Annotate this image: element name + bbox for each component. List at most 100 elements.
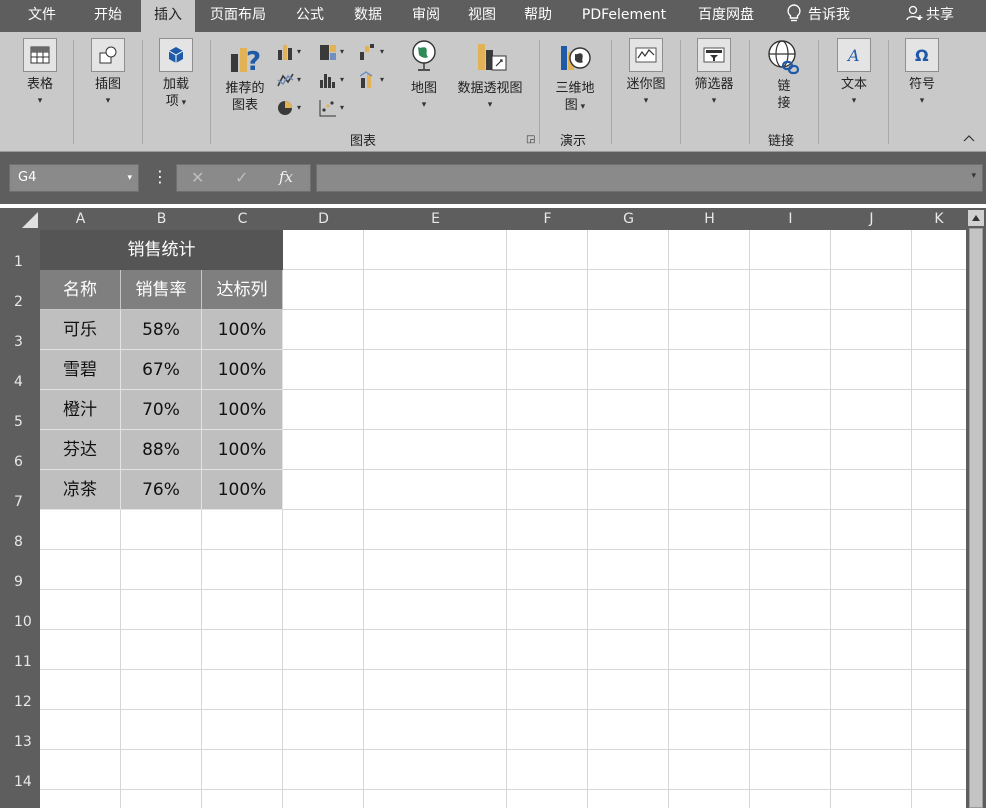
column-header-a[interactable]: A xyxy=(40,208,121,230)
data-cell[interactable]: 橙汁 xyxy=(40,390,121,430)
data-cell[interactable]: 芬达 xyxy=(40,430,121,470)
column-header-h[interactable]: H xyxy=(669,208,750,230)
data-cell[interactable]: 凉茶 xyxy=(40,470,121,510)
addins-button[interactable]: 加载 项 ▾ xyxy=(150,38,202,112)
data-cell[interactable]: 雪碧 xyxy=(40,350,121,390)
row-header-1[interactable]: 1 xyxy=(8,230,40,270)
vertical-scrollbar[interactable] xyxy=(966,208,986,808)
column-header-g[interactable]: G xyxy=(588,208,669,230)
cancel-icon[interactable]: ✕ xyxy=(191,168,204,187)
header-cell-sales-rate[interactable]: 销售率 xyxy=(121,270,202,310)
row-header-6[interactable]: 6 xyxy=(8,430,40,470)
title-cell[interactable]: 销售统计 xyxy=(40,230,283,270)
waterfall-chart-button[interactable]: ▾ xyxy=(358,42,392,62)
link-button[interactable]: 链 接 xyxy=(758,38,810,112)
tab-formulas[interactable]: 公式 xyxy=(284,0,336,32)
scatter-chart-button[interactable]: ▾ xyxy=(318,98,352,118)
scroll-thumb[interactable] xyxy=(969,228,983,808)
data-cell[interactable]: 100% xyxy=(202,350,283,390)
data-cell[interactable]: 58% xyxy=(121,310,202,350)
tab-view[interactable]: 视图 xyxy=(456,0,508,32)
row-header-10[interactable]: 10 xyxy=(8,590,40,630)
gridline xyxy=(40,549,966,550)
data-cell[interactable]: 88% xyxy=(121,430,202,470)
text-button[interactable]: A 文本 ▾ xyxy=(826,38,882,110)
share-button[interactable]: 共享 xyxy=(906,0,954,32)
more-options-icon[interactable]: ⋮ xyxy=(152,164,168,192)
row-header-9[interactable]: 9 xyxy=(8,550,40,590)
chevron-down-icon[interactable]: ▾ xyxy=(971,171,976,181)
combo-chart-button[interactable]: ▾ xyxy=(358,70,392,90)
maps-button[interactable]: 地图 ▾ xyxy=(402,38,446,114)
column-header-b[interactable]: B xyxy=(121,208,202,230)
tab-insert[interactable]: 插入 xyxy=(141,0,195,32)
line-chart-button[interactable]: ▾ xyxy=(276,70,310,90)
tab-review[interactable]: 审阅 xyxy=(400,0,452,32)
row-header-3[interactable]: 3 xyxy=(8,310,40,350)
name-box[interactable]: G4 ▾ xyxy=(9,164,139,192)
tab-home[interactable]: 开始 xyxy=(80,0,136,32)
pivotchart-button[interactable]: 数据透视图 ▾ xyxy=(450,38,530,114)
data-cell[interactable]: 100% xyxy=(202,430,283,470)
row-header-14[interactable]: 14 xyxy=(8,750,40,790)
symbols-button[interactable]: Ω 符号 ▾ xyxy=(894,38,950,110)
tell-me-search[interactable]: 告诉我 xyxy=(786,0,850,32)
select-all-corner[interactable] xyxy=(8,208,40,230)
data-cell[interactable]: 100% xyxy=(202,310,283,350)
chevron-down-icon: ▾ xyxy=(105,96,111,106)
tab-file[interactable]: 文件 xyxy=(14,0,70,32)
table-button[interactable]: 表格 ▾ xyxy=(14,38,66,110)
row-number: 10 xyxy=(14,614,32,630)
row-header-2[interactable]: 2 xyxy=(8,270,40,310)
tab-pdfelement[interactable]: PDFelement xyxy=(574,0,674,32)
row-header-5[interactable]: 5 xyxy=(8,390,40,430)
gridline xyxy=(830,230,831,808)
enter-check-icon[interactable]: ✓ xyxy=(235,168,248,187)
column-header-j[interactable]: J xyxy=(831,208,912,230)
gridline xyxy=(40,669,966,670)
data-cell[interactable]: 100% xyxy=(202,390,283,430)
ribbon-insert: 表格 ▾ 插图 ▾ 加载 项 ▾ ? 推荐的 图表 ▾ ▾ ▾ ▾ ▾ ▾ ▾ … xyxy=(0,32,986,152)
column-header-e[interactable]: E xyxy=(364,208,507,230)
recommended-charts-button[interactable]: ? 推荐的 图表 xyxy=(218,38,272,114)
tab-data[interactable]: 数据 xyxy=(342,0,394,32)
tab-help[interactable]: 帮助 xyxy=(512,0,564,32)
3d-map-icon xyxy=(548,38,602,76)
filters-button[interactable]: 筛选器 ▾ xyxy=(688,38,740,110)
data-cell[interactable]: 可乐 xyxy=(40,310,121,350)
charts-dialog-launcher[interactable]: ◲ xyxy=(526,134,535,145)
ribbon-divider xyxy=(888,40,889,144)
illustrations-button[interactable]: 插图 ▾ xyxy=(82,38,134,110)
tab-baidu-netdisk[interactable]: 百度网盘 xyxy=(688,0,764,32)
column-header-f[interactable]: F xyxy=(507,208,588,230)
column-header-c[interactable]: C xyxy=(202,208,283,230)
data-cell[interactable]: 67% xyxy=(121,350,202,390)
scroll-up-button[interactable] xyxy=(968,210,984,226)
column-header-i[interactable]: I xyxy=(750,208,831,230)
header-cell-target[interactable]: 达标列 xyxy=(202,270,283,310)
data-cell[interactable]: 70% xyxy=(121,390,202,430)
tab-page-layout[interactable]: 页面布局 xyxy=(200,0,276,32)
chevron-down-icon: ▾ xyxy=(711,96,717,106)
collapse-ribbon-button[interactable] xyxy=(962,132,980,148)
row-header-11[interactable]: 11 xyxy=(8,630,40,670)
column-header-k[interactable]: K xyxy=(912,208,966,230)
statistic-chart-button[interactable]: ▾ xyxy=(318,70,352,90)
header-cell-name[interactable]: 名称 xyxy=(40,270,121,310)
3d-map-button[interactable]: 三维地 图 ▾ xyxy=(548,38,602,116)
row-header-8[interactable]: 8 xyxy=(8,510,40,550)
row-header-4[interactable]: 4 xyxy=(8,350,40,390)
data-cell[interactable]: 76% xyxy=(121,470,202,510)
row-header-7[interactable]: 7 xyxy=(8,470,40,510)
data-cell[interactable]: 100% xyxy=(202,470,283,510)
formula-input[interactable]: ▾ xyxy=(316,164,983,192)
column-header-d[interactable]: D xyxy=(283,208,364,230)
cell-area[interactable]: 销售统计 名称 销售率 达标列 可乐 58% 100% 雪碧 67% 100% … xyxy=(40,230,966,808)
pie-chart-button[interactable]: ▾ xyxy=(276,98,310,118)
row-header-12[interactable]: 12 xyxy=(8,670,40,710)
hierarchy-chart-button[interactable]: ▾ xyxy=(318,42,352,62)
insert-function-icon[interactable]: fx xyxy=(279,168,293,186)
sparklines-button[interactable]: 迷你图 ▾ xyxy=(620,38,672,110)
column-chart-button[interactable]: ▾ xyxy=(276,42,310,62)
row-header-13[interactable]: 13 xyxy=(8,710,40,750)
